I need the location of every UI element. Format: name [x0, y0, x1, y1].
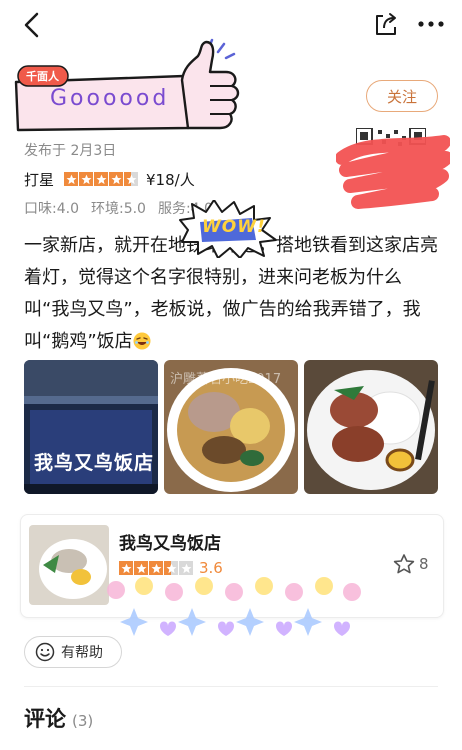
- star-icon: [149, 561, 163, 575]
- publish-date: 发布于 2月3日: [24, 143, 117, 159]
- star-icon: [64, 172, 79, 186]
- more-dots-icon: [418, 21, 444, 27]
- star-outline-icon: [393, 554, 415, 574]
- comments-title: 评论: [24, 707, 66, 731]
- rating-stars: [64, 172, 139, 186]
- star-icon: [134, 561, 148, 575]
- wow-sticker: WOW!: [178, 199, 278, 259]
- comments-count: (3): [72, 712, 94, 730]
- star-icon: [94, 172, 109, 186]
- taste-score: 口味:4.0: [24, 201, 79, 217]
- wow-text: WOW!: [202, 217, 266, 237]
- star-icon: [109, 172, 124, 186]
- photo-watermark: 沪雕著名小吃2017: [170, 372, 282, 387]
- sticker-decoration: [104, 574, 364, 640]
- redaction-scribble: [335, 130, 453, 210]
- photo-rice-plate[interactable]: [304, 360, 438, 494]
- shop-thumbnail: [29, 525, 109, 605]
- follow-button[interactable]: 关注: [366, 80, 438, 112]
- environment-score: 环境:5.0: [90, 201, 146, 217]
- author-badge-text: 千面人: [26, 70, 59, 83]
- photo-storefront[interactable]: 我鸟又鸟饭店: [24, 360, 158, 494]
- helpful-button[interactable]: 有帮助: [24, 636, 122, 668]
- laughing-emoji-icon: [133, 332, 151, 350]
- comments-header: 评论 (3): [24, 703, 93, 733]
- star-icon: [79, 172, 94, 186]
- shop-name[interactable]: 我鸟又鸟饭店: [119, 529, 221, 554]
- price-per-person: ¥18/人: [146, 170, 195, 189]
- favorite-count: 8: [419, 555, 429, 573]
- star-icon: [119, 561, 133, 575]
- half-star-icon: [124, 172, 139, 186]
- storefront-sign-text: 我鸟又鸟饭店: [34, 452, 155, 474]
- share-icon: [376, 13, 396, 35]
- banner-text: Goooood: [50, 86, 170, 111]
- shop-rating-stars: [119, 561, 193, 575]
- half-star-icon: [164, 561, 178, 575]
- empty-star-icon: [179, 561, 193, 575]
- more-button[interactable]: [416, 12, 446, 36]
- section-divider: [24, 686, 438, 687]
- smile-icon: [35, 642, 55, 662]
- share-button[interactable]: [372, 10, 400, 38]
- helpful-label: 有帮助: [61, 645, 103, 661]
- rating-row: 打星 ¥18/人: [24, 168, 195, 190]
- rating-label: 打星: [24, 170, 55, 189]
- favorite-button[interactable]: 8: [393, 553, 429, 575]
- author-banner: 千面人 Goooood: [12, 36, 248, 136]
